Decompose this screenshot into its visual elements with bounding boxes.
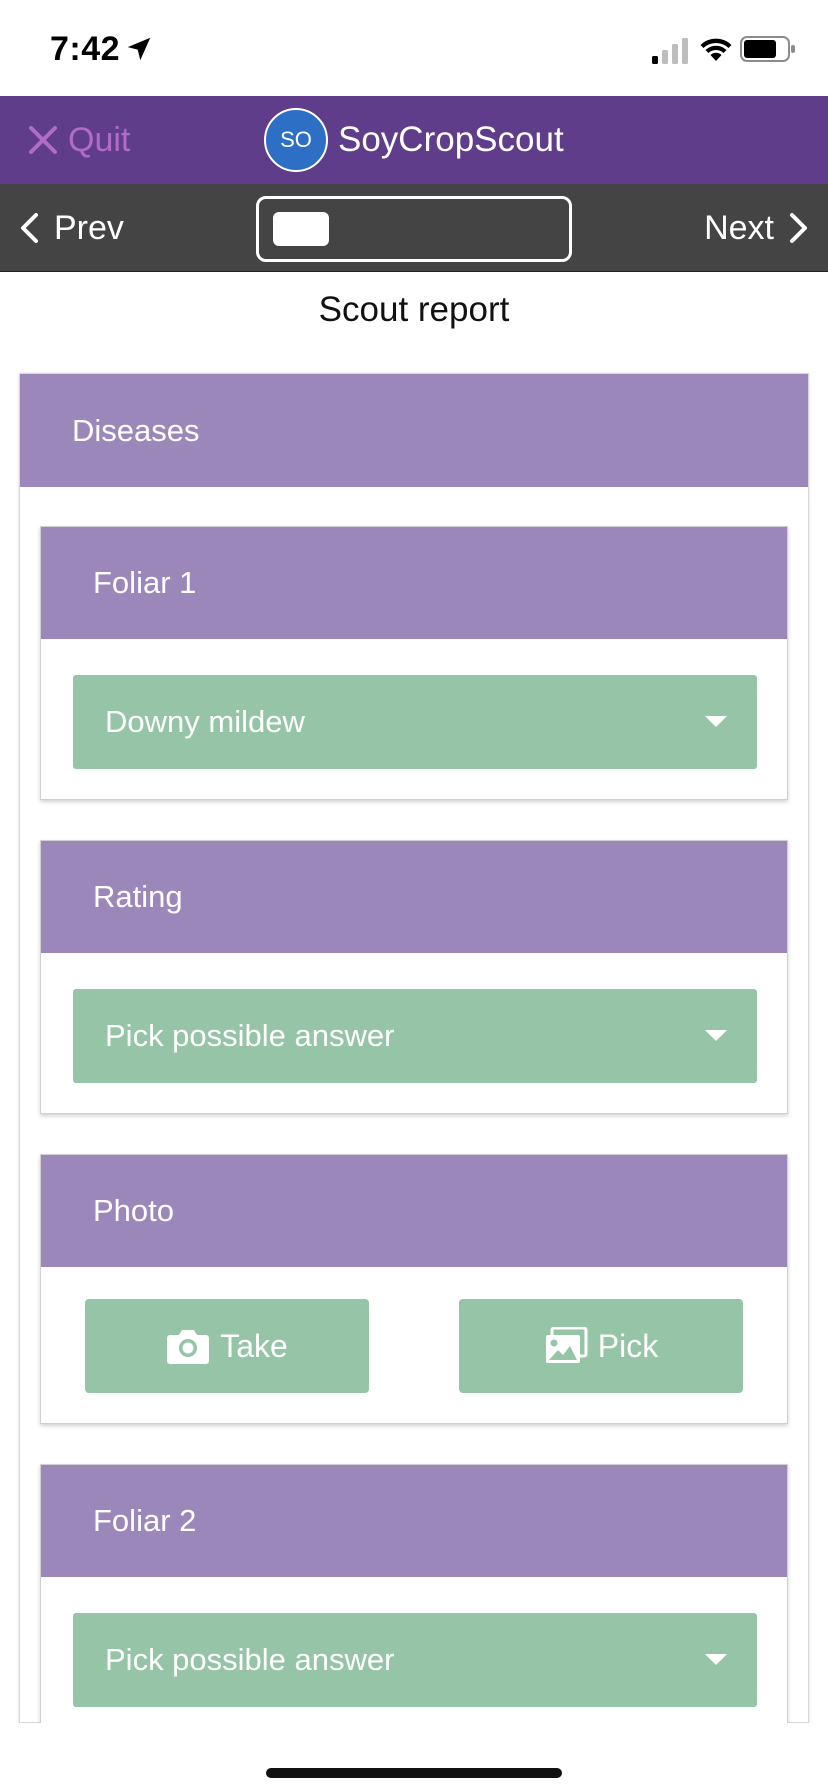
prev-button[interactable]: Prev	[18, 184, 124, 272]
next-label: Next	[704, 208, 774, 247]
foliar-1-select[interactable]: Downy mildew	[73, 675, 757, 769]
foliar-1-card: Foliar 1 Downy mildew	[40, 526, 788, 800]
caret-down-icon	[705, 716, 727, 727]
location-arrow-icon	[127, 37, 151, 61]
card-header: Rating	[41, 841, 787, 953]
next-button[interactable]: Next	[704, 184, 810, 272]
chevron-left-icon	[21, 213, 38, 243]
caret-down-icon	[705, 1030, 727, 1041]
nav-bar: Prev Next	[0, 184, 828, 272]
home-indicator[interactable]	[266, 1768, 562, 1778]
status-bar: 7:42	[0, 0, 828, 96]
foliar-2-select[interactable]: Pick possible answer	[73, 1613, 757, 1707]
select-value: Downy mildew	[105, 704, 305, 739]
record-selector-value	[273, 212, 329, 246]
bottom-bar	[0, 1723, 828, 1792]
photo-card: Photo Take Pick	[40, 1154, 788, 1424]
caret-down-icon	[705, 1654, 727, 1665]
chevron-right-icon	[790, 213, 807, 243]
prev-label: Prev	[54, 208, 124, 247]
section-header: Diseases	[20, 374, 808, 487]
quit-button[interactable]: Quit	[28, 96, 130, 184]
app-name: SoyCropScout	[338, 120, 564, 159]
app-header: Quit SO SoyCropScout	[0, 96, 828, 184]
avatar: SO	[264, 108, 328, 172]
photo-actions: Take Pick	[41, 1299, 787, 1393]
card-header: Foliar 1	[41, 527, 787, 639]
app-brand: SO SoyCropScout	[264, 96, 564, 184]
take-label: Take	[220, 1327, 288, 1364]
foliar-2-card: Foliar 2 Pick possible answer	[40, 1464, 788, 1738]
diseases-section: Diseases Foliar 1 Downy mildew Rating Pi…	[19, 373, 809, 1738]
take-photo-button[interactable]: Take	[85, 1299, 369, 1393]
status-time: 7:42	[50, 30, 121, 68]
close-icon	[29, 126, 57, 154]
pick-photo-button[interactable]: Pick	[459, 1299, 743, 1393]
rating-card: Rating Pick possible answer	[40, 840, 788, 1114]
battery-icon	[740, 36, 795, 62]
page-title: Scout report	[318, 290, 510, 329]
rating-select[interactable]: Pick possible answer	[73, 989, 757, 1083]
pick-label: Pick	[597, 1327, 659, 1364]
camera-icon	[167, 1330, 210, 1364]
record-selector[interactable]	[256, 196, 572, 262]
cellular-signal-icon	[652, 38, 688, 64]
select-value: Pick possible answer	[105, 1642, 395, 1677]
card-header: Photo	[41, 1155, 787, 1267]
select-value: Pick possible answer	[105, 1018, 395, 1053]
quit-label: Quit	[68, 120, 131, 159]
wifi-icon	[700, 38, 732, 61]
images-icon	[545, 1327, 588, 1363]
card-header: Foliar 2	[41, 1465, 787, 1577]
